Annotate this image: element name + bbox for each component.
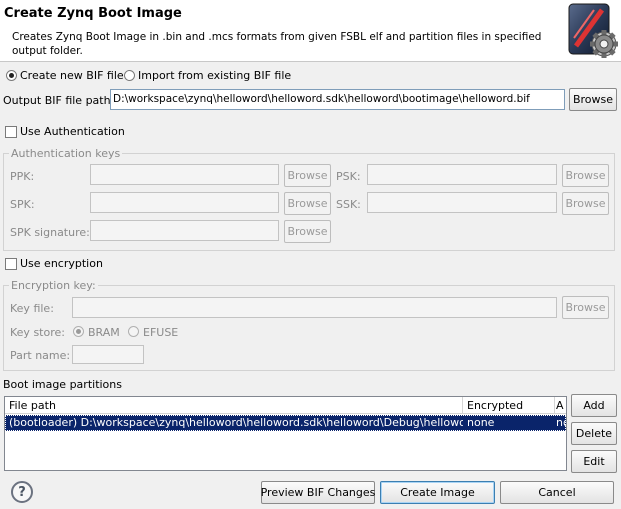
partitions-table-header: File path Encrypted A	[5, 397, 566, 414]
psk-input[interactable]	[367, 164, 557, 185]
help-icon[interactable]: ?	[11, 481, 33, 503]
delete-partition-button[interactable]: Delete	[571, 422, 617, 445]
partition-file-path: (bootloader) D:\workspace\zynq\helloword…	[9, 416, 463, 429]
output-bif-path-label: Output BIF file path:	[3, 94, 115, 107]
edit-partition-button[interactable]: Edit	[571, 450, 617, 473]
partition-encrypted: none	[467, 416, 495, 429]
psk-browse-button[interactable]: Browse	[562, 164, 609, 187]
key-file-browse-button[interactable]: Browse	[562, 296, 609, 319]
use-encryption-label: Use encryption	[20, 257, 103, 270]
create-new-bif-radio[interactable]	[6, 70, 17, 81]
create-new-bif-label: Create new BIF file	[20, 69, 124, 82]
ssk-input[interactable]	[367, 192, 557, 213]
key-store-label: Key store:	[10, 326, 65, 339]
efuse-label: EFUSE	[143, 326, 179, 339]
spk-signature-input[interactable]	[90, 220, 279, 241]
column-header-encrypted[interactable]: Encrypted	[463, 397, 555, 414]
partition-authentication: no	[556, 416, 566, 429]
import-bif-label: Import from existing BIF file	[138, 69, 292, 82]
key-file-input[interactable]	[72, 297, 557, 318]
spk-signature-label: SPK signature:	[10, 226, 90, 239]
spk-signature-browse-button[interactable]: Browse	[284, 220, 331, 243]
dialog-header: Create Zynq Boot Image Creates Zynq Boot…	[0, 0, 621, 62]
ssk-label: SSK:	[336, 198, 361, 211]
dialog-title: Create Zynq Boot Image	[4, 6, 182, 21]
column-header-file-path[interactable]: File path	[5, 397, 463, 414]
partitions-table: File path Encrypted A (bootloader) D:\wo…	[4, 396, 567, 471]
ppk-browse-button[interactable]: Browse	[284, 164, 331, 187]
spk-label: SPK:	[10, 198, 35, 211]
column-header-authentication[interactable]: A	[555, 397, 566, 414]
add-partition-button[interactable]: Add	[571, 394, 617, 417]
bram-radio[interactable]	[73, 326, 84, 337]
ssk-browse-button[interactable]: Browse	[562, 192, 609, 215]
authentication-keys-group-label: Authentication keys	[9, 147, 123, 160]
table-row[interactable]: (bootloader) D:\workspace\zynq\helloword…	[5, 415, 566, 431]
import-bif-radio[interactable]	[124, 70, 135, 81]
use-encryption-checkbox[interactable]	[5, 258, 17, 270]
ppk-label: PPK:	[10, 170, 35, 183]
spk-input[interactable]	[90, 192, 279, 213]
ppk-input[interactable]	[90, 164, 279, 185]
use-authentication-label: Use Authentication	[20, 125, 125, 138]
psk-label: PSK:	[336, 170, 361, 183]
efuse-radio[interactable]	[128, 326, 139, 337]
boot-image-partitions-label: Boot image partitions	[3, 378, 122, 391]
preview-bif-changes-button[interactable]: Preview BIF Changes	[261, 481, 375, 504]
create-image-button[interactable]: Create Image	[380, 481, 495, 504]
output-bif-path-input[interactable]: D:\workspace\zynq\helloword\helloword.sd…	[110, 89, 565, 110]
bram-label: BRAM	[88, 326, 120, 339]
output-browse-button[interactable]: Browse	[569, 88, 617, 111]
dialog-description: Creates Zynq Boot Image in .bin and .mcs…	[12, 31, 542, 57]
use-authentication-checkbox[interactable]	[5, 126, 17, 138]
boot-image-gear-icon	[566, 2, 620, 60]
part-name-input[interactable]	[72, 345, 144, 364]
spk-browse-button[interactable]: Browse	[284, 192, 331, 215]
encryption-key-group-label: Encryption key:	[9, 279, 98, 292]
key-file-label: Key file:	[10, 302, 54, 315]
part-name-label: Part name:	[10, 349, 71, 362]
cancel-button[interactable]: Cancel	[500, 481, 614, 504]
